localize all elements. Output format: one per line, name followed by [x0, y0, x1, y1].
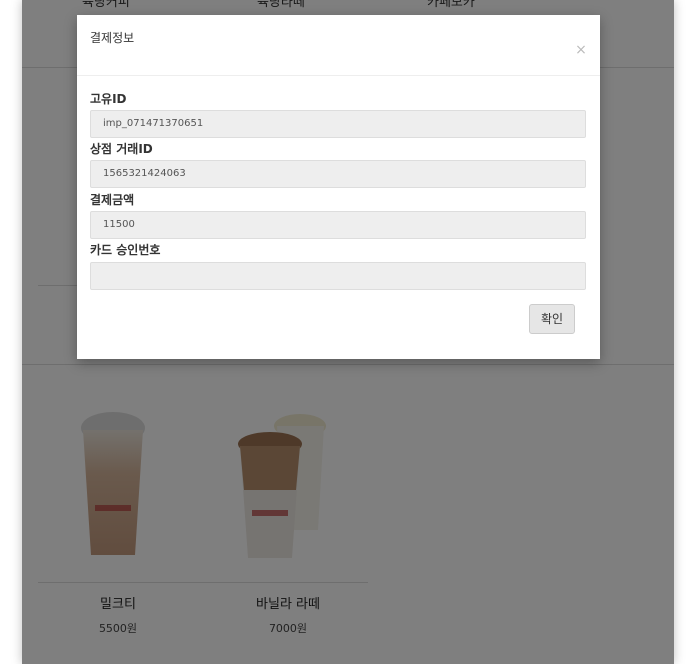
confirm-button[interactable]: 확인	[529, 304, 575, 334]
approval-number-field[interactable]	[90, 262, 586, 290]
modal-header: 결제정보 ×	[77, 15, 600, 76]
modal-title: 결제정보	[90, 31, 135, 45]
payment-info-modal: 결제정보 × 고유ID imp_071471370651 상점 거래ID 156…	[77, 15, 600, 359]
field-label-unique-id: 고유ID	[90, 92, 127, 106]
background-page: 육당커피 육당라떼 카페모카 밀크티 5500원	[22, 0, 674, 664]
merchant-id-field[interactable]: 1565321424063	[90, 160, 586, 188]
amount-field[interactable]: 11500	[90, 211, 586, 239]
field-label-merchant-id: 상점 거래ID	[90, 142, 153, 156]
field-label-approval-no: 카드 승인번호	[90, 243, 161, 257]
field-label-amount: 결제금액	[90, 193, 135, 207]
close-icon[interactable]: ×	[574, 43, 588, 57]
unique-id-field[interactable]: imp_071471370651	[90, 110, 586, 138]
